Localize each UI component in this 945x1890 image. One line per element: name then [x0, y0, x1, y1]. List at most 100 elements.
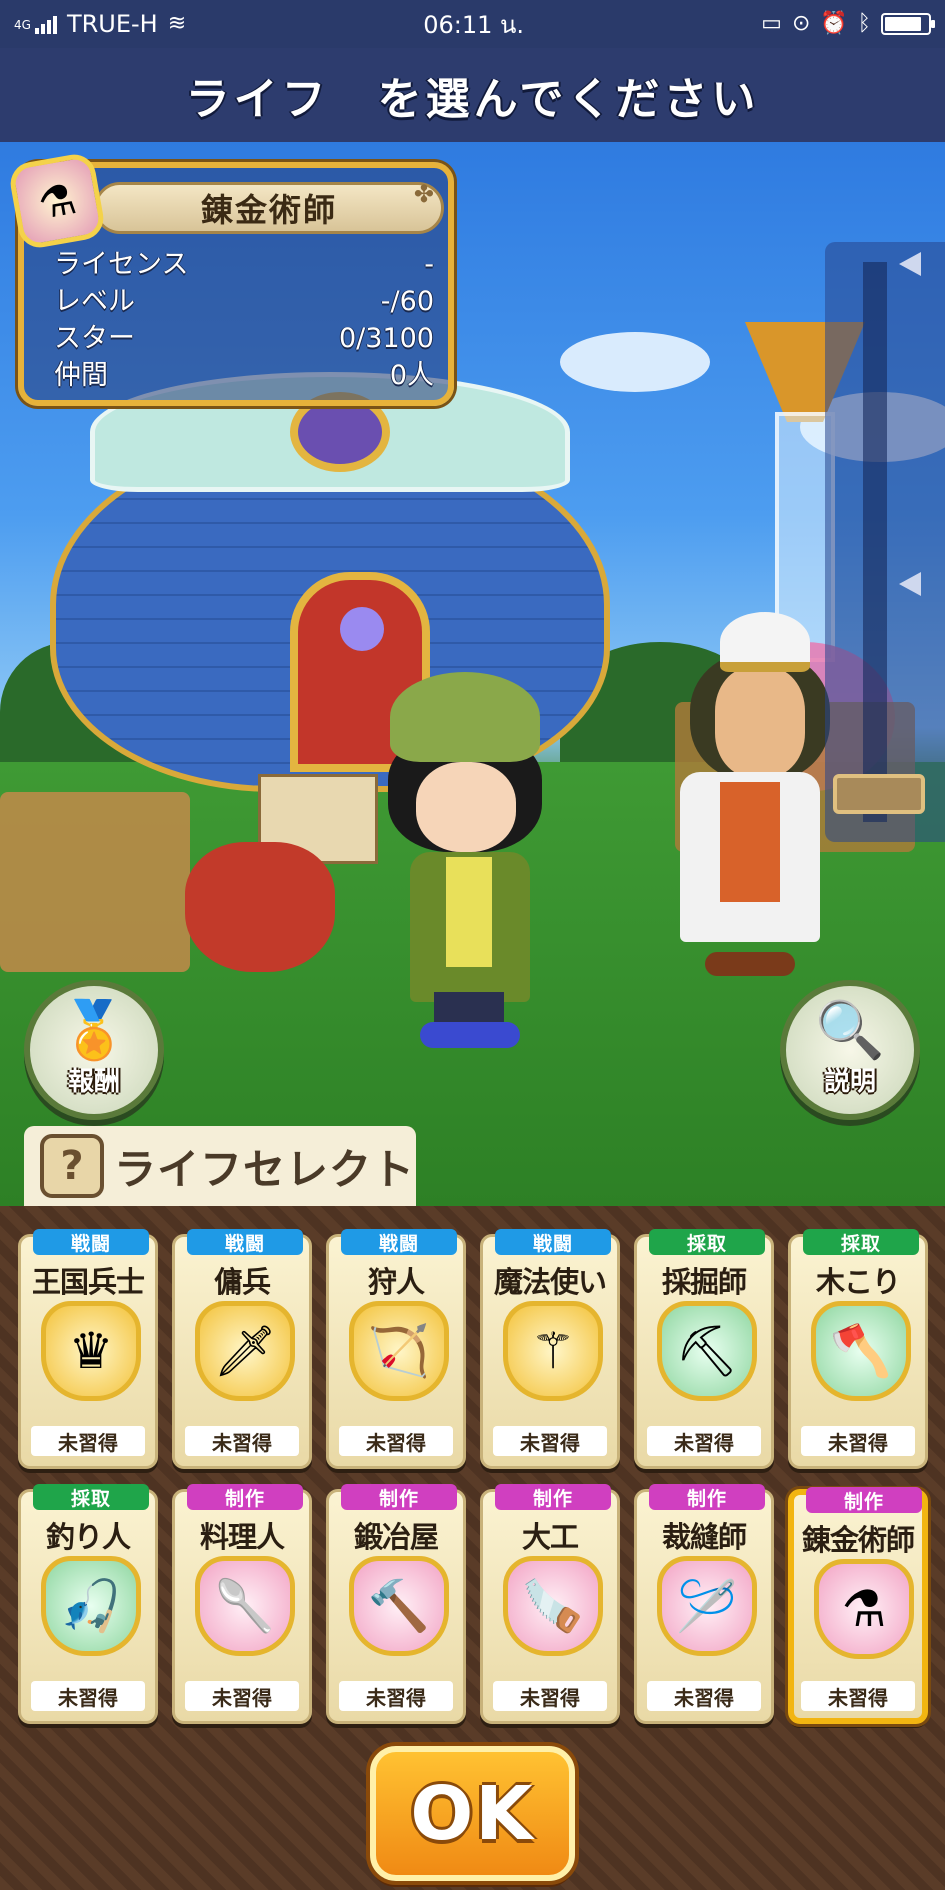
job-category-badge: 戦闘 — [33, 1229, 149, 1255]
stat-label: レベル — [54, 286, 135, 317]
job-card[interactable]: 戦闘狩人 🏹 未習得 — [326, 1229, 466, 1469]
job-category-badge: 採取 — [33, 1484, 149, 1510]
sword-icon: 🗡 — [195, 1301, 295, 1401]
red-pot — [185, 842, 335, 972]
job-name: 木こり — [815, 1265, 901, 1299]
job-status: 未習得 — [31, 1426, 145, 1456]
job-card[interactable]: 制作 錬金術師 ⚗ 未習得 — [788, 1487, 928, 1724]
stat-level: レベル -/60 — [54, 283, 434, 320]
job-category-badge: 制作 — [806, 1487, 922, 1513]
job-card[interactable]: 採取 釣り人 🎣 未習得 — [18, 1484, 158, 1724]
job-category-badge: 戦闘 — [187, 1229, 303, 1255]
potion-table — [0, 792, 190, 972]
job-name: 採掘師 — [661, 1265, 747, 1299]
ladle-icon: 🥄 — [195, 1556, 295, 1656]
job-status: 未習得 — [801, 1426, 915, 1456]
job-card[interactable]: 制作鍛冶屋 🔨 未習得 — [326, 1484, 466, 1724]
job-status: 未習得 — [31, 1681, 145, 1711]
lock-rotation-icon: ⊙ — [791, 11, 811, 36]
status-bar: 4G TRUE-H ≋ 06:11 น. ▭ ⊙ ⏰ ᛒ — [0, 0, 945, 48]
bluetooth-icon: ᛒ — [857, 11, 871, 36]
ok-button[interactable]: OK — [370, 1746, 575, 1881]
stat-companions: 仲間 0人 — [54, 357, 434, 394]
job-category-badge: 採取 — [803, 1229, 919, 1255]
job-card[interactable]: 戦闘魔法使い ⚚ 未習得 — [480, 1229, 620, 1469]
life-stats: ライセンス - レベル -/60 スター 0/3100 仲間 0人 — [54, 246, 434, 394]
arrow-left-icon[interactable] — [899, 572, 921, 596]
needle-icon: 🪡 — [657, 1556, 757, 1656]
stat-star: スター 0/3100 — [54, 320, 434, 357]
job-name: 鍛冶屋 — [353, 1520, 439, 1554]
job-status: 未習得 — [339, 1426, 453, 1456]
side-scroll-panel[interactable] — [825, 242, 945, 842]
stat-label: スター — [54, 323, 135, 354]
stat-license: ライセンス - — [54, 246, 434, 283]
reward-button-label: 報酬 — [67, 1066, 120, 1097]
job-name: 錬金術師 — [801, 1523, 915, 1557]
job-card[interactable]: 制作料理人 🥄 未習得 — [172, 1484, 312, 1724]
magic-wand-icon: ⚚ — [503, 1301, 603, 1401]
stat-label: ライセンス — [54, 249, 189, 280]
axe-icon: 🪓 — [811, 1301, 911, 1401]
ok-button-label: OK — [410, 1770, 535, 1857]
page-header: ライフ を選んでください — [0, 48, 945, 142]
life-title: 錬金術師 — [200, 191, 337, 229]
stat-value: 0人 — [389, 360, 434, 391]
pickaxe-icon: ⛏ — [657, 1301, 757, 1401]
job-category-badge: 戦闘 — [341, 1229, 457, 1255]
player-avatar — [380, 672, 560, 1052]
life-info-panel: 錬金術師 ⚗ ✤ ライセンス - レベル -/60 スター 0/3100 仲間 0人 — [7, 151, 454, 406]
job-card[interactable]: 採取採掘師 ⛏ 未習得 — [634, 1229, 774, 1469]
job-card[interactable]: 制作裁縫師 🪡 未習得 — [634, 1484, 774, 1724]
scroll-rail — [863, 262, 887, 822]
job-name: 狩人 — [367, 1265, 425, 1299]
job-category-badge: 採取 — [649, 1229, 765, 1255]
help-button[interactable]: 🔍 説明 — [780, 980, 920, 1120]
stat-value: -/60 — [380, 286, 434, 317]
job-card[interactable]: 制作 大工 🪚 未習得 — [480, 1484, 620, 1724]
job-name: 王国兵士 — [31, 1265, 145, 1299]
job-name: 裁縫師 — [661, 1520, 747, 1554]
star-medal-icon: 🏅 — [59, 997, 129, 1063]
job-status: 未習得 — [647, 1426, 761, 1456]
life-select-label: ライフセレクト — [114, 1144, 416, 1194]
job-status: 未習得 — [339, 1681, 453, 1711]
alchemist-npc — [660, 612, 830, 992]
job-category-badge: 制作 — [187, 1484, 303, 1510]
job-status: 未習得 — [647, 1681, 761, 1711]
job-name: 料理人 — [199, 1520, 285, 1554]
alarm-icon: ⏰ — [820, 11, 848, 36]
job-category-badge: 制作 — [649, 1484, 765, 1510]
arrow-left-icon[interactable] — [899, 252, 921, 276]
flask-icon: ⚗ — [7, 151, 107, 251]
magnifier-icon: 🔍 — [815, 997, 885, 1063]
job-card[interactable]: 採取木こり 🪓 未習得 — [788, 1229, 928, 1469]
job-card[interactable]: 戦闘 王国兵士 ♛ 未習得 — [18, 1229, 158, 1469]
job-name: 大工 — [521, 1520, 579, 1554]
reward-button[interactable]: 🏅 報酬 — [24, 980, 164, 1120]
life-title-bar: 錬金術師 — [94, 182, 444, 234]
network-type: 4G — [14, 18, 31, 32]
hammer-icon: 🔨 — [349, 1556, 449, 1656]
job-status: 未習得 — [185, 1681, 299, 1711]
job-category-badge: 制作 — [341, 1484, 457, 1510]
scroll-handle[interactable] — [833, 774, 925, 814]
stat-value: - — [424, 249, 434, 280]
page-title: ライフ を選んでください — [185, 74, 760, 125]
more-icon: ✤ — [413, 180, 434, 208]
wifi-icon: ≋ — [167, 11, 187, 36]
question-icon: ? — [40, 1134, 104, 1198]
flask-icon: ⚗ — [814, 1559, 914, 1659]
clock: 06:11 น. — [423, 10, 525, 39]
bow-icon: 🏹 — [349, 1301, 449, 1401]
job-name: 魔法使い — [493, 1265, 607, 1299]
carrier-name: TRUE-H — [66, 10, 158, 38]
job-status: 未習得 — [493, 1426, 607, 1456]
cast-icon: ▭ — [761, 11, 782, 36]
job-grid: 戦闘 王国兵士 ♛ 未習得 戦闘 傭兵 🗡 未習得 戦闘 狩人 🏹 未習得 戦闘 魔法使い ⚚ 未習得 採取 採掘… — [18, 1229, 930, 1724]
job-category-badge: 戦闘 — [495, 1229, 611, 1255]
help-button-label: 説明 — [823, 1066, 876, 1097]
life-select-tab: ? ライフセレクト — [24, 1126, 416, 1206]
job-card[interactable]: 戦闘 傭兵 🗡 未習得 — [172, 1229, 312, 1469]
stat-value: 0/3100 — [339, 323, 434, 354]
